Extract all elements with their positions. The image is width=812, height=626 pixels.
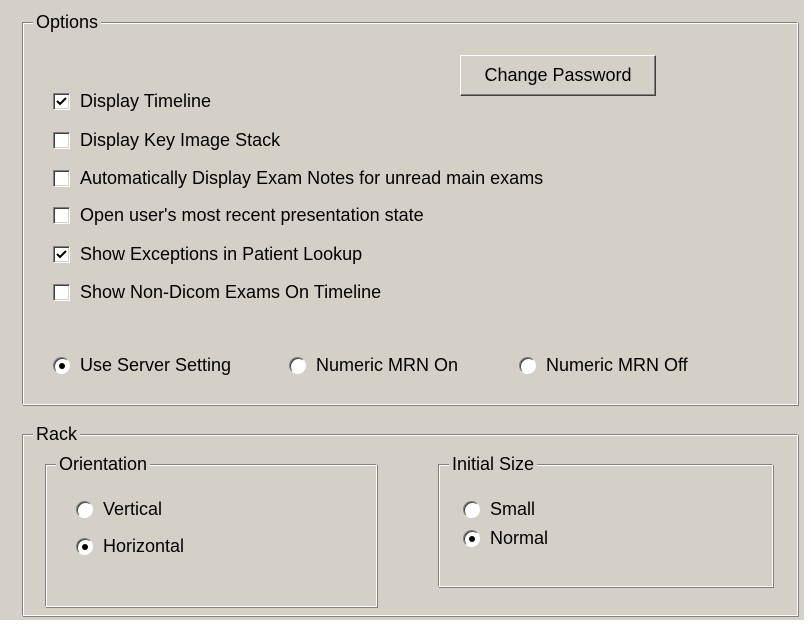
checkmark-icon — [56, 97, 67, 106]
radio-selected-dot — [81, 543, 88, 550]
checkbox-auto-display-exam-notes[interactable]: Automatically Display Exam Notes for unr… — [53, 168, 543, 189]
normal-radio[interactable] — [463, 530, 480, 547]
change-password-label: Change Password — [484, 65, 632, 85]
radio-numeric-mrn-on[interactable]: Numeric MRN On — [289, 355, 458, 376]
radio-label: Use Server Setting — [80, 355, 232, 375]
radio-small[interactable]: Small — [463, 499, 535, 520]
small-radio[interactable] — [463, 501, 480, 518]
display-key-image-stack-checkbox[interactable] — [53, 132, 70, 149]
numeric-mrn-on-radio[interactable] — [289, 357, 306, 374]
checkbox-label: Display Timeline — [80, 91, 212, 111]
checkbox-display-key-image-stack[interactable]: Display Key Image Stack — [53, 130, 280, 151]
options-group: Options Change Password Display Timeline… — [22, 11, 798, 405]
checkbox-label: Show Exceptions in Patient Lookup — [80, 244, 363, 264]
auto-display-exam-notes-checkbox[interactable] — [53, 170, 70, 187]
checkbox-label: Open user's most recent presentation sta… — [80, 205, 424, 225]
radio-vertical[interactable]: Vertical — [76, 499, 162, 520]
radio-label: Numeric MRN On — [316, 355, 459, 375]
rack-group-title: Rack — [33, 423, 81, 445]
show-non-dicom-exams-checkbox[interactable] — [53, 284, 70, 301]
orientation-group: Orientation Vertical Horizontal — [45, 453, 377, 607]
checkmark-icon — [56, 250, 67, 259]
display-timeline-checkbox[interactable] — [53, 93, 70, 110]
radio-label: Vertical — [103, 499, 163, 519]
rack-group: Rack Orientation Vertical Horizontal Ini… — [22, 423, 798, 616]
radio-label: Small — [490, 499, 536, 519]
radio-label: Numeric MRN Off — [546, 355, 688, 375]
checkbox-display-timeline[interactable]: Display Timeline — [53, 91, 211, 112]
change-password-button[interactable]: Change Password — [460, 55, 656, 96]
window-edge — [804, 0, 812, 626]
horizontal-radio[interactable] — [76, 538, 93, 555]
show-exceptions-checkbox[interactable] — [53, 246, 70, 263]
radio-label: Normal — [490, 528, 549, 548]
initial-size-group-title: Initial Size — [449, 453, 538, 475]
radio-horizontal[interactable]: Horizontal — [76, 536, 184, 557]
options-group-title: Options — [33, 11, 102, 33]
use-server-setting-radio[interactable] — [53, 357, 70, 374]
radio-use-server-setting[interactable]: Use Server Setting — [53, 355, 231, 376]
radio-numeric-mrn-off[interactable]: Numeric MRN Off — [519, 355, 688, 376]
checkbox-label: Display Key Image Stack — [80, 130, 281, 150]
orientation-group-title: Orientation — [56, 453, 151, 475]
checkbox-open-recent-presentation-state[interactable]: Open user's most recent presentation sta… — [53, 205, 424, 226]
settings-panel: Options Change Password Display Timeline… — [0, 0, 812, 626]
checkbox-label: Automatically Display Exam Notes for unr… — [80, 168, 544, 188]
radio-normal[interactable]: Normal — [463, 528, 548, 549]
window-edge — [0, 620, 812, 626]
checkbox-label: Show Non-Dicom Exams On Timeline — [80, 282, 382, 302]
numeric-mrn-off-radio[interactable] — [519, 357, 536, 374]
radio-selected-dot — [58, 362, 65, 369]
open-recent-presentation-state-checkbox[interactable] — [53, 207, 70, 224]
vertical-radio[interactable] — [76, 501, 93, 518]
initial-size-group: Initial Size Small Normal — [438, 453, 773, 587]
radio-selected-dot — [468, 535, 475, 542]
radio-label: Horizontal — [103, 536, 185, 556]
checkbox-show-exceptions[interactable]: Show Exceptions in Patient Lookup — [53, 244, 362, 265]
checkbox-show-non-dicom-exams[interactable]: Show Non-Dicom Exams On Timeline — [53, 282, 381, 303]
